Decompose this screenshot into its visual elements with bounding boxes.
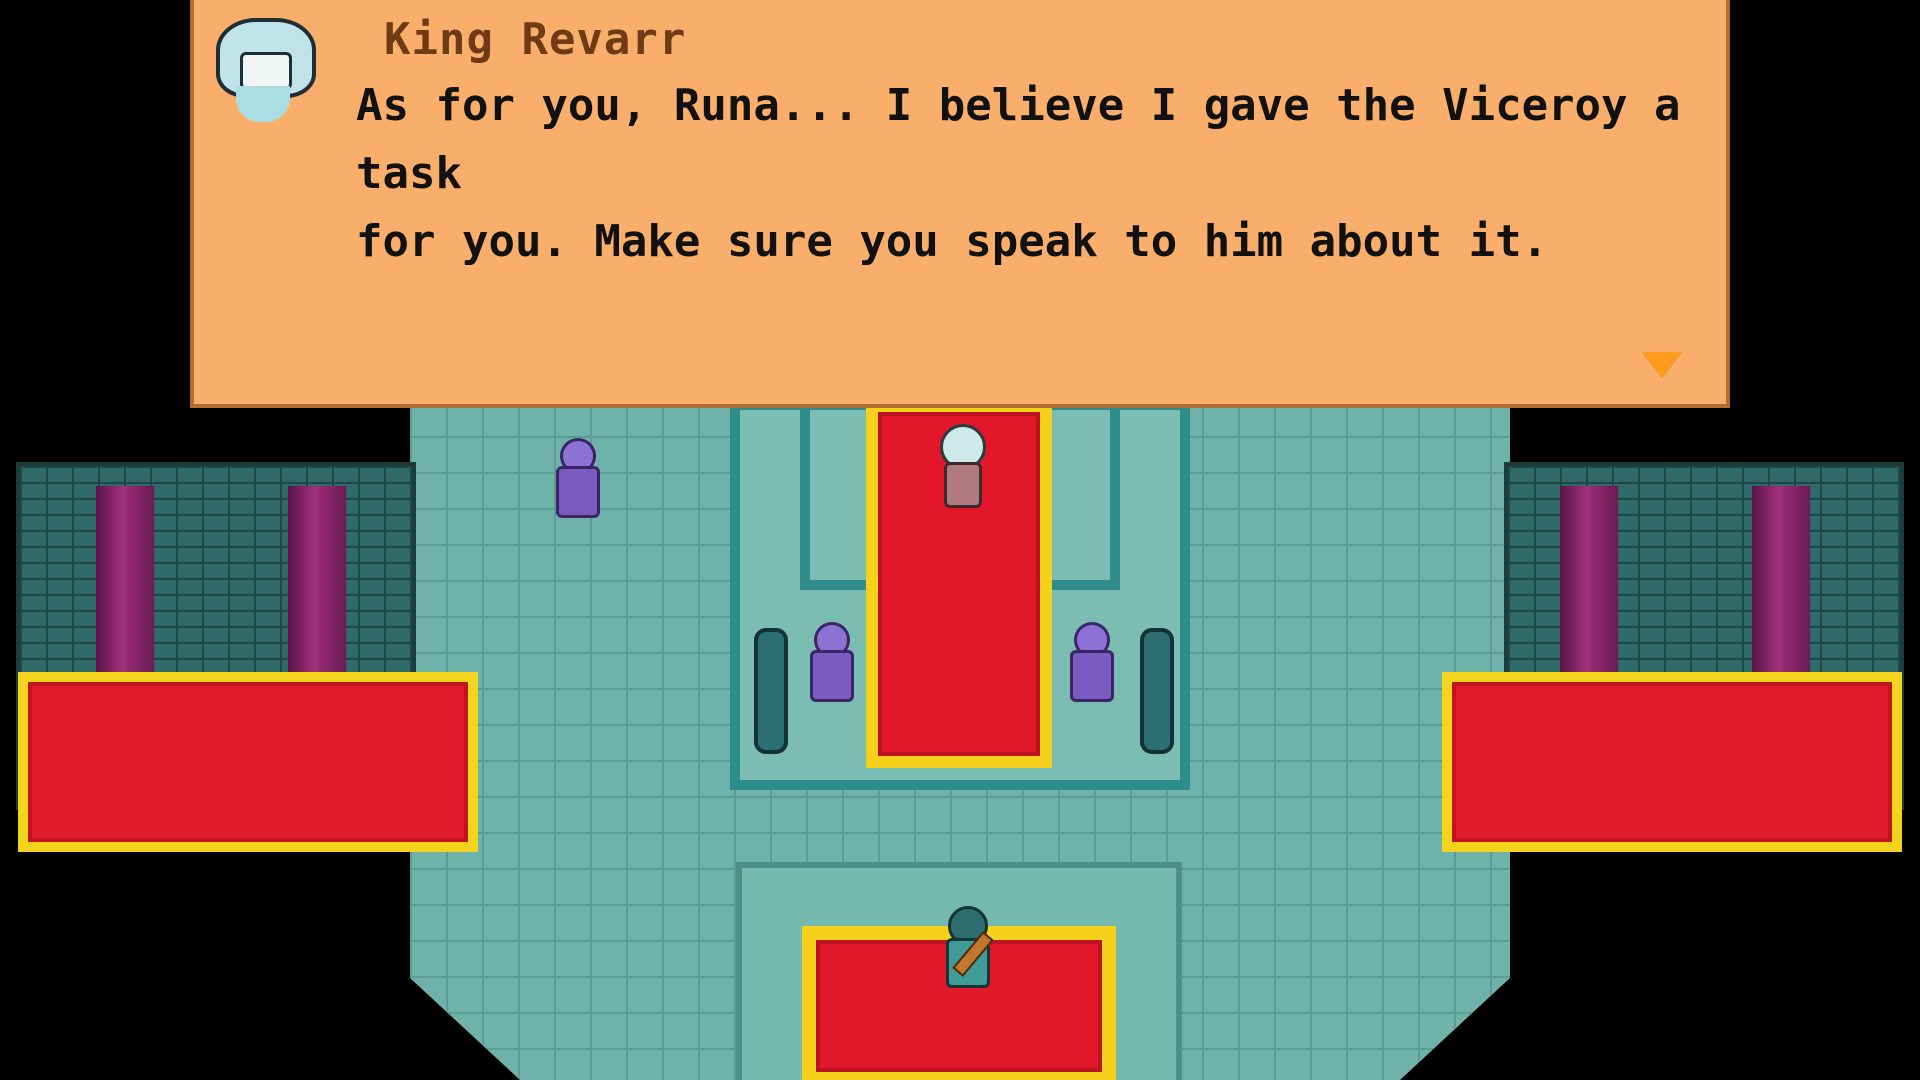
dialog-box[interactable]: King Revarr As for you, Runa... I believ…	[190, 0, 1730, 408]
guard-body	[1070, 650, 1114, 702]
pillar	[1140, 628, 1174, 754]
curtain	[288, 486, 346, 676]
king-revarr-sprite[interactable]	[932, 424, 988, 508]
right-carpet-platform	[1442, 672, 1902, 852]
dialog-line: for you. Make sure you speak to him abou…	[356, 216, 1549, 267]
dialog-line: As for you, Runa... I believe I gave the…	[356, 80, 1681, 199]
guard-sprite[interactable]	[1066, 622, 1114, 702]
portrait-face	[240, 52, 292, 90]
guard-body	[810, 650, 854, 702]
king-body	[944, 462, 982, 508]
guard-sprite[interactable]	[552, 438, 600, 518]
player-runa-sprite[interactable]	[940, 906, 994, 992]
curtain	[1560, 486, 1618, 676]
guard-sprite[interactable]	[806, 622, 854, 702]
speaker-name: King Revarr	[384, 14, 687, 65]
curtain	[96, 486, 154, 676]
portrait-beard	[236, 86, 290, 122]
left-brick-wall	[20, 466, 412, 676]
king-revarr-portrait	[212, 14, 316, 122]
pillar	[754, 628, 788, 754]
curtain	[1752, 486, 1810, 676]
guard-body	[556, 466, 600, 518]
continue-arrow-icon[interactable]	[1642, 352, 1682, 378]
dialog-text: As for you, Runa... I believe I gave the…	[356, 72, 1696, 276]
left-carpet-platform	[18, 672, 478, 852]
